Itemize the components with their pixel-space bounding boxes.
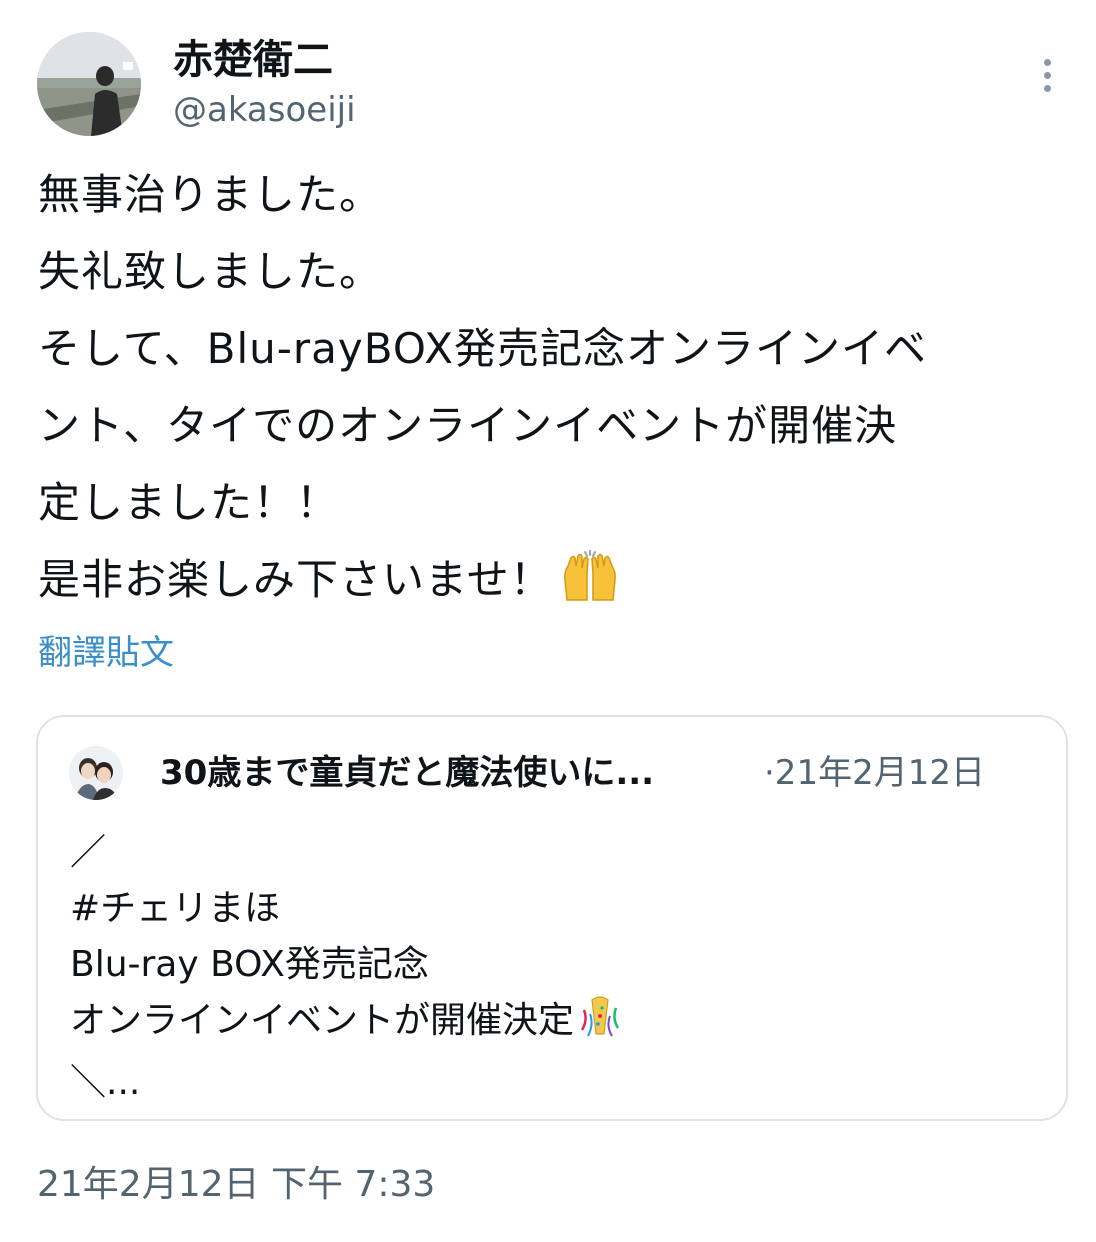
tweet-line: 定しました！！ — [38, 478, 340, 527]
quoted-tweet-card[interactable]: 30歳まで童貞だと魔法使いに... ·21年2月12日 ／ #チェリまほ Blu… — [36, 715, 1068, 1121]
quoted-author-avatar — [69, 746, 123, 800]
quote-line: Blu-ray BOX発売記念 — [70, 944, 429, 985]
tweet-text: 無事治りました。 失礼致しました。 そして、Blu-rayBOX発売記念オンライ… — [38, 156, 1068, 626]
more-options-button[interactable] — [1026, 52, 1068, 98]
avatar-photo — [37, 32, 141, 136]
quote-line: オンラインイベントが開催決定 — [70, 1000, 575, 1041]
quote-line: ／ — [70, 832, 107, 873]
tweet-timestamp[interactable]: 21年2月12日 下午 7:33 — [37, 1160, 435, 1210]
tweet-line: 失礼致しました。 — [38, 247, 383, 296]
author-avatar[interactable] — [37, 32, 141, 136]
quote-line: #チェリまほ — [70, 888, 281, 929]
more-dot-icon — [1043, 58, 1051, 66]
quoted-avatar-photo — [69, 746, 123, 800]
tweet-line-last: 是非お楽しみ下さいませ！ — [38, 541, 1068, 626]
tweet-line: そして、Blu-rayBOX発売記念オンラインイベ — [38, 324, 927, 373]
translate-post-link[interactable]: 翻譯貼文 — [38, 630, 174, 676]
more-dot-icon — [1043, 84, 1051, 92]
quoted-tweet-date: ·21年2月12日 — [764, 753, 985, 793]
quoted-author-name: 30歳まで童貞だと魔法使いに... — [160, 753, 655, 793]
author-handle[interactable]: @akasoeiji — [173, 88, 356, 132]
raising-hands-emoji — [561, 549, 619, 626]
author-display-name[interactable]: 赤楚衛二 — [173, 34, 333, 86]
tweet-line: 無事治りました。 — [38, 170, 383, 219]
party-popper-emoji — [578, 994, 622, 1055]
tweet-line: ント、タイでのオンラインイベントが開催決 — [38, 401, 898, 450]
quoted-tweet-text: ／ #チェリまほ Blu-ray BOX発売記念 オンラインイベントが開催決定 … — [70, 825, 1030, 1111]
quote-line: ＼... — [70, 1062, 141, 1103]
quote-line-emoji: オンラインイベントが開催決定 — [70, 993, 1030, 1055]
tweet-line: 是非お楽しみ下さいませ！ — [38, 555, 553, 604]
more-dot-icon — [1043, 71, 1051, 79]
